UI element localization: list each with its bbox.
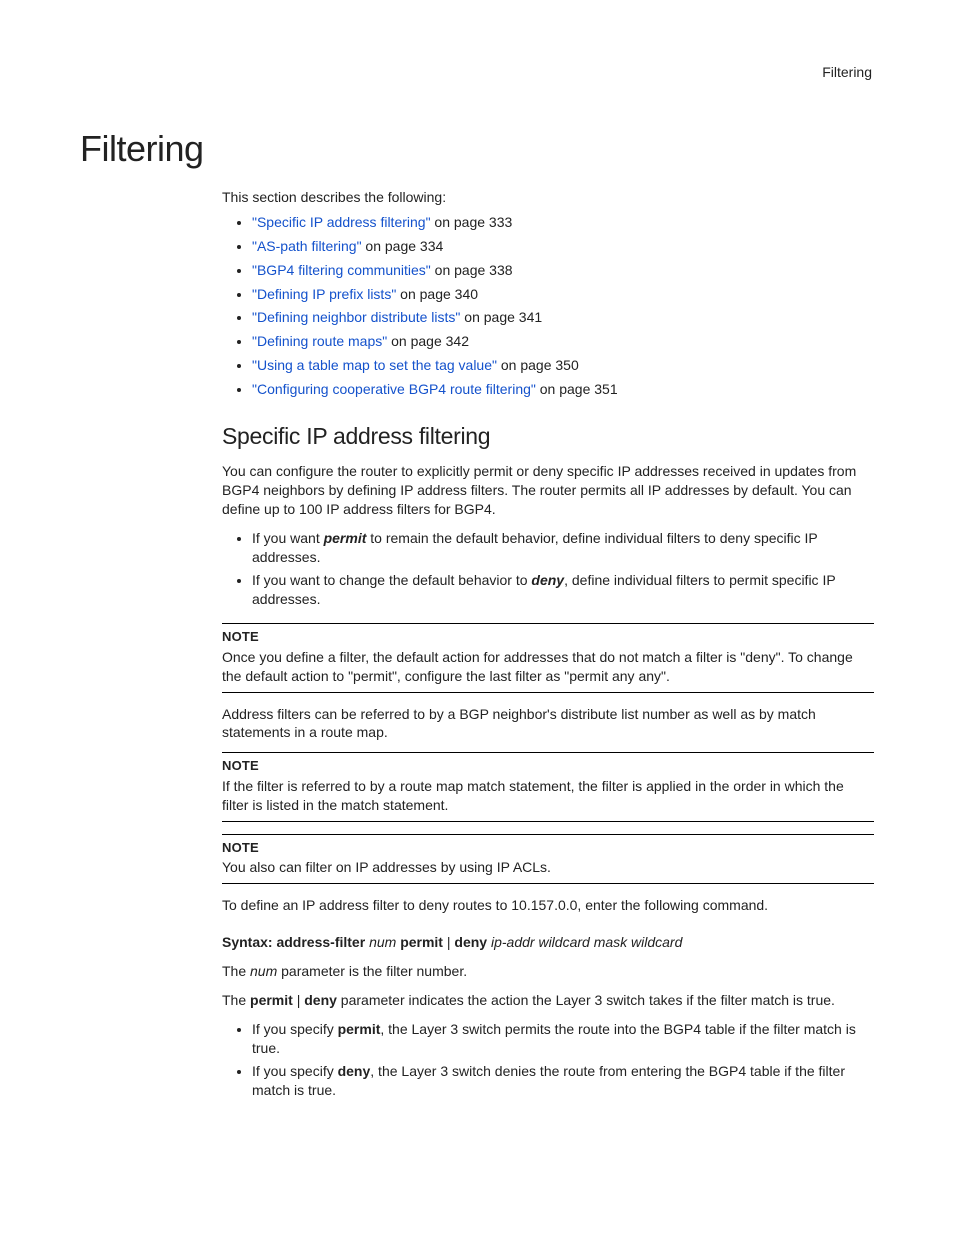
note-body: Once you define a filter, the default ac… (222, 648, 874, 686)
toc-item: "Using a table map to set the tag value"… (252, 356, 874, 375)
syntax-num: num (369, 934, 396, 950)
note-block: NOTE Once you define a filter, the defau… (222, 623, 874, 692)
syntax-args: ip-addr wildcard mask wildcard (491, 934, 682, 950)
permit-deny-paragraph: The permit | deny parameter indicates th… (222, 991, 874, 1010)
pipe: | (293, 992, 304, 1008)
syntax-permit: permit (400, 934, 443, 950)
section-paragraph: You can configure the router to explicit… (222, 462, 874, 519)
li-pre: If you want to change the default behavi… (252, 572, 531, 588)
permit-bold: permit (250, 992, 293, 1008)
syntax-line: Syntax: address-filter num permit | deny… (222, 933, 874, 952)
text: The (222, 992, 250, 1008)
li-bold: deny (531, 572, 564, 588)
toc-list: "Specific IP address filtering" on page … (222, 213, 874, 399)
after-notes-paragraph: To define an IP address filter to deny r… (222, 896, 874, 915)
toc-suffix: on page 334 (362, 238, 444, 254)
list-item: If you want to change the default behavi… (252, 571, 874, 609)
toc-item: "Specific IP address filtering" on page … (252, 213, 874, 232)
page-title: Filtering (80, 128, 874, 170)
deny-bold: deny (304, 992, 337, 1008)
num-param-paragraph: The num parameter is the filter number. (222, 962, 874, 981)
toc-item: "Configuring cooperative BGP4 route filt… (252, 380, 874, 399)
toc-link[interactable]: "Defining route maps" (252, 333, 387, 349)
action-bullets: If you specify permit, the Layer 3 switc… (222, 1020, 874, 1101)
li-bold: permit (324, 530, 367, 546)
toc-suffix: on page 333 (431, 214, 513, 230)
note-body: You also can filter on IP addresses by u… (222, 858, 874, 877)
toc-suffix: on page 340 (396, 286, 478, 302)
note-label: NOTE (222, 757, 874, 775)
li-bold: permit (338, 1021, 381, 1037)
toc-suffix: on page 338 (431, 262, 513, 278)
toc-item: "Defining neighbor distribute lists" on … (252, 308, 874, 327)
toc-suffix: on page 350 (497, 357, 579, 373)
toc-link[interactable]: "Using a table map to set the tag value" (252, 357, 497, 373)
note-label: NOTE (222, 628, 874, 646)
toc-item: "AS-path filtering" on page 334 (252, 237, 874, 256)
num-ital: num (250, 963, 277, 979)
li-pre: If you specify (252, 1063, 338, 1079)
toc-suffix: on page 341 (460, 309, 542, 325)
page: Filtering Filtering This section describ… (0, 0, 954, 1210)
syntax-deny: deny (454, 934, 487, 950)
text: parameter indicates the action the Layer… (337, 992, 835, 1008)
running-header: Filtering (80, 64, 874, 80)
section-bullets: If you want permit to remain the default… (222, 529, 874, 610)
toc-link[interactable]: "Configuring cooperative BGP4 route filt… (252, 381, 536, 397)
toc-link[interactable]: "Specific IP address filtering" (252, 214, 431, 230)
toc-link[interactable]: "Defining IP prefix lists" (252, 286, 396, 302)
text: The (222, 963, 250, 979)
syntax-label: Syntax: (222, 934, 273, 950)
li-bold: deny (338, 1063, 371, 1079)
toc-item: "BGP4 filtering communities" on page 338 (252, 261, 874, 280)
between-notes-paragraph: Address filters can be referred to by a … (222, 705, 874, 743)
toc-item: "Defining route maps" on page 342 (252, 332, 874, 351)
li-pre: If you specify (252, 1021, 338, 1037)
toc-link[interactable]: "Defining neighbor distribute lists" (252, 309, 460, 325)
note-label: NOTE (222, 839, 874, 857)
toc-suffix: on page 351 (536, 381, 618, 397)
list-item: If you want permit to remain the default… (252, 529, 874, 567)
note-body: If the filter is referred to by a route … (222, 777, 874, 815)
toc-link[interactable]: "AS-path filtering" (252, 238, 362, 254)
text: parameter is the filter number. (277, 963, 467, 979)
content-body: This section describes the following: "S… (222, 188, 874, 1100)
toc-suffix: on page 342 (387, 333, 469, 349)
section-title: Specific IP address filtering (222, 423, 874, 450)
intro-paragraph: This section describes the following: (222, 188, 874, 207)
toc-link[interactable]: "BGP4 filtering communities" (252, 262, 431, 278)
note-block: NOTE You also can filter on IP addresses… (222, 834, 874, 884)
li-pre: If you want (252, 530, 324, 546)
note-block: NOTE If the filter is referred to by a r… (222, 752, 874, 821)
toc-item: "Defining IP prefix lists" on page 340 (252, 285, 874, 304)
list-item: If you specify deny, the Layer 3 switch … (252, 1062, 874, 1100)
syntax-cmd: address-filter (276, 934, 365, 950)
list-item: If you specify permit, the Layer 3 switc… (252, 1020, 874, 1058)
